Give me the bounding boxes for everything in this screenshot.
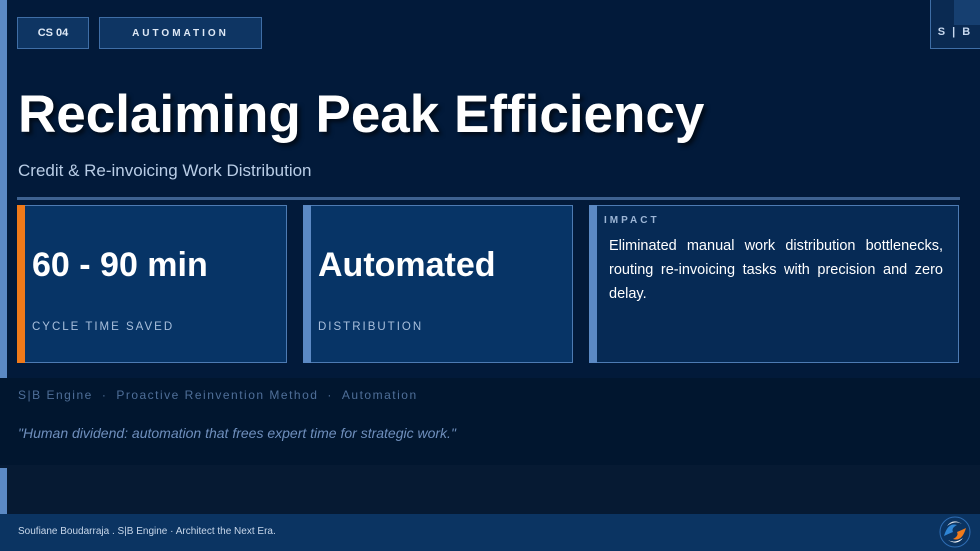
case-study-tag: CS 04 [17,17,89,49]
left-accent-bar-lower [0,468,7,514]
case-study-tag-label: CS 04 [37,27,69,39]
meta-line: S|B Engine · Proactive Reinvention Method ·… [18,388,418,402]
impact-card-accent-bar [588,204,597,363]
metric-card-accent-bar [302,204,311,363]
metric-card-accent-bar [16,204,25,363]
page-title: Reclaiming Peak Efficiency [18,85,705,144]
left-accent-bar [0,0,7,380]
quote-text: "Human dividend: automation that frees e… [18,425,456,441]
metric-value: Automated [318,246,496,284]
impact-card: IMPACT Eliminated manual work distributi… [588,204,959,363]
footer-bar: Soufiane Boudarraja . S|B Engine · Archi… [0,514,980,551]
brand-mark: S | B [937,26,973,38]
page-subtitle: Credit & Re-invoicing Work Distribution [18,161,312,180]
category-tag: AUTOMATION [99,17,262,49]
meta-separator: · [327,388,333,402]
metric-value: 60 - 90 min [32,246,208,284]
meta-engine: S|B Engine [18,388,93,402]
title-divider [17,197,960,200]
footer-credit: Soufiane Boudarraja . S|B Engine · Archi… [18,526,276,537]
brand-corner-square [954,0,980,25]
sb-logo-icon [939,516,971,548]
impact-label: IMPACT [604,215,660,226]
impact-description: Eliminated manual work distribution bott… [609,238,943,302]
category-tag-label: AUTOMATION [132,27,229,39]
metric-label: DISTRIBUTION [318,321,424,333]
metric-card-cycle-time: 60 - 90 min CYCLE TIME SAVED [16,204,287,363]
meta-separator: · [101,388,108,402]
metric-label: CYCLE TIME SAVED [32,321,175,333]
meta-category: Automation [341,388,418,402]
metric-card-distribution: Automated DISTRIBUTION [302,204,573,363]
meta-method: Proactive Reinvention Method [116,388,319,402]
